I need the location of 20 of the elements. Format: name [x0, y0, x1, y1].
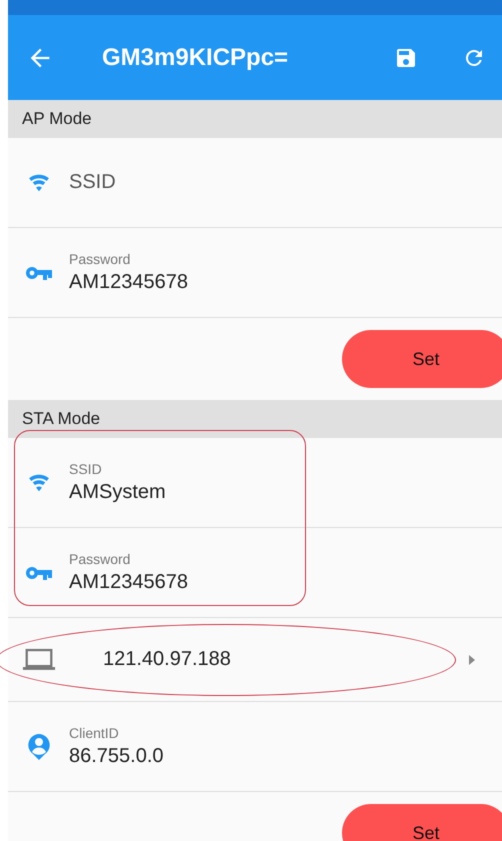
field-value[interactable]: AMSystem — [69, 481, 166, 504]
section-header: STA Mode — [22, 409, 100, 429]
key-icon — [26, 264, 52, 280]
chevron-icon[interactable] — [468, 654, 476, 666]
key-icon — [26, 564, 52, 580]
field-value[interactable]: 86.755.0.0 — [69, 745, 164, 768]
field-label: SSID — [69, 461, 103, 477]
field-value[interactable]: AM12345678 — [69, 271, 188, 294]
app-title: GM3m9KICPpc= — [102, 44, 290, 72]
field-value[interactable]: AM12345678 — [69, 571, 188, 594]
laptop-icon — [22, 648, 56, 671]
set-button[interactable]: Set — [342, 330, 502, 388]
field-label: Password — [69, 251, 132, 267]
section-header: AP Mode — [22, 109, 92, 129]
field-label: ClientID — [69, 725, 120, 741]
field-label: Password — [69, 551, 132, 567]
server-address: 121.40.97.188 — [103, 648, 232, 671]
account-icon — [26, 732, 50, 760]
set-button[interactable]: Set — [342, 804, 502, 841]
field-placeholder[interactable]: SSID — [69, 171, 116, 194]
